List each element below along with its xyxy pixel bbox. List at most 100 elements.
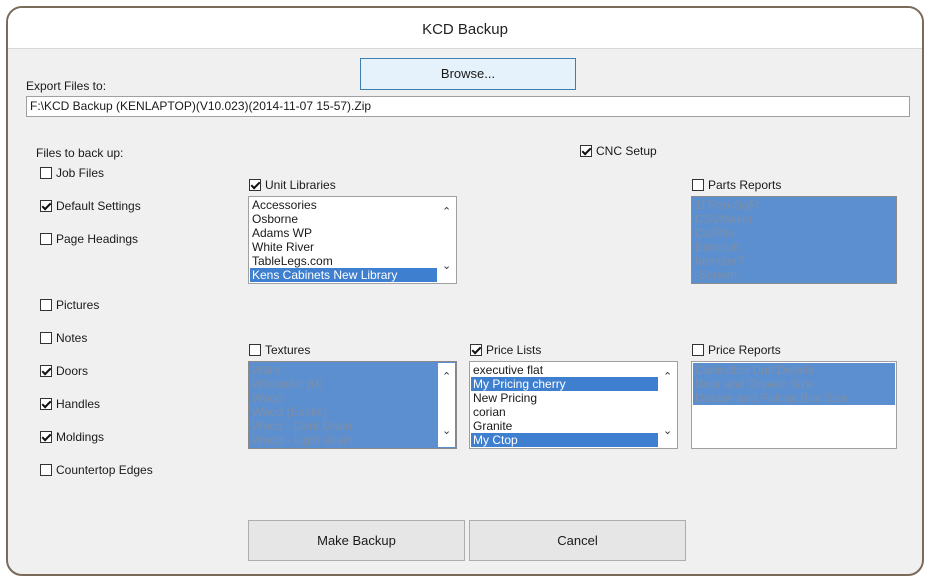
list-item[interactable]: New Pricing	[471, 391, 658, 405]
chevron-down-icon[interactable]: ⌄	[663, 426, 672, 437]
list-item[interactable]: Drawer and Pullout Box Size	[693, 391, 895, 405]
export-label: Export Files to:	[26, 79, 107, 93]
list-item[interactable]: Eurosoft	[693, 240, 894, 254]
cancel-button[interactable]: Cancel	[469, 520, 686, 561]
parts-reports-list[interactable]: 1f Frm-SqFt CSVMaker CutRite Eurosoft It…	[691, 196, 897, 284]
checkbox-box[interactable]	[692, 344, 704, 356]
default-settings-checkbox[interactable]: Default Settings	[40, 199, 141, 213]
list-item[interactable]: My Pricing cherry	[471, 377, 658, 391]
price-lists-list[interactable]: executive flat My Pricing cherry New Pri…	[469, 361, 678, 449]
list-items: executive flat My Pricing cherry New Pri…	[471, 363, 658, 447]
unit-libraries-checkbox[interactable]: Unit Libraries	[249, 178, 336, 192]
checkbox-label: Moldings	[56, 430, 105, 444]
checkbox-label: Pictures	[56, 298, 100, 312]
checkbox-box[interactable]	[470, 344, 482, 356]
checkbox-box[interactable]	[40, 431, 52, 443]
checkbox-box[interactable]	[40, 398, 52, 410]
list-item[interactable]: 1f Frm-SqFt	[693, 198, 894, 212]
checkbox-label: Job Files	[56, 166, 105, 180]
checkbox-box[interactable]	[40, 464, 52, 476]
list-items: Accessories Osborne Adams WP White River…	[250, 198, 437, 282]
chevron-down-icon[interactable]: ⌄	[442, 261, 451, 272]
checkbox-box[interactable]	[692, 179, 704, 191]
checkbox-box[interactable]	[580, 145, 592, 157]
handles-checkbox[interactable]: Handles	[40, 397, 100, 411]
list-item[interactable]: Kens Cabinets New Library	[250, 268, 437, 282]
checkbox-box[interactable]	[40, 365, 52, 377]
window-title: KCD Backup	[422, 21, 508, 38]
scrollbar[interactable]: ⌃ ⌄	[438, 198, 455, 282]
chevron-up-icon[interactable]: ⌃	[442, 372, 451, 383]
checkbox-label: Notes	[56, 331, 88, 345]
list-item[interactable]: White River	[250, 240, 437, 254]
list-item[interactable]: Wood - Dark Grain	[250, 419, 437, 433]
checkbox-label: Price Reports	[708, 343, 781, 357]
checkbox-label: Unit Libraries	[265, 178, 336, 192]
make-backup-button[interactable]: Make Backup	[248, 520, 465, 561]
checkbox-label: Page Headings	[56, 232, 139, 246]
checkbox-box[interactable]	[40, 167, 52, 179]
browse-button[interactable]: Browse...	[360, 58, 576, 90]
checkbox-label: Countertop Edges	[56, 463, 153, 477]
checkbox-label: Handles	[56, 397, 101, 411]
list-item[interactable]: Wood (Exotic)	[250, 405, 437, 419]
chevron-up-icon[interactable]: ⌃	[442, 207, 451, 218]
list-item[interactable]: Itemizer7	[693, 254, 894, 268]
scrollbar[interactable]: ⌃ ⌄	[438, 363, 455, 447]
textures-list[interactable]: Walls WilsonArt (R) Wood Wood (Exotic) W…	[248, 361, 457, 449]
checkbox-label: Textures	[265, 343, 311, 357]
list-items: Cabinotch Unit Details Door and Drawer S…	[693, 363, 895, 405]
list-item[interactable]: Adams WP	[250, 226, 437, 240]
list-item[interactable]: Osborne	[250, 212, 437, 226]
checkbox-label: Parts Reports	[708, 178, 782, 192]
list-item[interactable]: Granite	[471, 419, 658, 433]
list-item[interactable]: My Ctop	[471, 433, 658, 447]
scrollbar[interactable]: ⌃ ⌄	[659, 363, 676, 447]
list-items: Walls WilsonArt (R) Wood Wood (Exotic) W…	[250, 363, 437, 447]
list-item[interactable]: CutRite	[693, 226, 894, 240]
cnc-setup-checkbox[interactable]: CNC Setup	[580, 144, 657, 158]
list-item[interactable]: Cabinotch Unit Details	[693, 363, 895, 377]
title-bar: KCD Backup	[8, 8, 922, 49]
chevron-up-icon[interactable]: ⌃	[663, 372, 672, 383]
doors-checkbox[interactable]: Doors	[40, 364, 88, 378]
countertop-edges-checkbox[interactable]: Countertop Edges	[40, 463, 153, 477]
files-heading: Files to back up:	[36, 146, 124, 160]
checkbox-label: Doors	[56, 364, 89, 378]
job-files-checkbox[interactable]: Job Files	[40, 166, 104, 180]
moldings-checkbox[interactable]: Moldings	[40, 430, 104, 444]
list-item[interactable]: Accessories	[250, 198, 437, 212]
price-reports-list[interactable]: Cabinotch Unit Details Door and Drawer S…	[691, 361, 897, 449]
checkbox-box[interactable]	[40, 200, 52, 212]
list-item[interactable]: Wood	[250, 391, 437, 405]
checkbox-box[interactable]	[40, 233, 52, 245]
checkbox-box[interactable]	[249, 179, 261, 191]
checkbox-label: CNC Setup	[596, 144, 657, 158]
list-item[interactable]: corian	[471, 405, 658, 419]
pictures-checkbox[interactable]: Pictures	[40, 298, 99, 312]
chevron-down-icon[interactable]: ⌄	[442, 426, 451, 437]
list-items: 1f Frm-SqFt CSVMaker CutRite Eurosoft It…	[693, 198, 894, 282]
list-item[interactable]: Walls	[250, 363, 437, 377]
list-item[interactable]: -Screen	[693, 268, 894, 282]
list-item[interactable]: TableLegs.com	[250, 254, 437, 268]
list-item[interactable]: executive flat	[471, 363, 658, 377]
checkbox-label: Default Settings	[56, 199, 141, 213]
checkbox-box[interactable]	[40, 332, 52, 344]
list-item[interactable]: Door and Drawer Size	[693, 377, 895, 391]
page-headings-checkbox[interactable]: Page Headings	[40, 232, 138, 246]
price-reports-checkbox[interactable]: Price Reports	[692, 343, 781, 357]
checkbox-box[interactable]	[249, 344, 261, 356]
price-lists-checkbox[interactable]: Price Lists	[470, 343, 541, 357]
checkbox-label: Price Lists	[486, 343, 542, 357]
list-item[interactable]: Wood - Light Grain	[250, 433, 437, 447]
unit-libraries-list[interactable]: Accessories Osborne Adams WP White River…	[248, 196, 457, 284]
list-item[interactable]: CSVMaker	[693, 212, 894, 226]
checkbox-box[interactable]	[40, 299, 52, 311]
textures-checkbox[interactable]: Textures	[249, 343, 310, 357]
export-path-field[interactable]: F:\KCD Backup (KENLAPTOP)(V10.023)(2014-…	[26, 96, 910, 117]
backup-dialog: KCD Backup Browse... Export Files to: F:…	[6, 6, 924, 576]
parts-reports-checkbox[interactable]: Parts Reports	[692, 178, 781, 192]
notes-checkbox[interactable]: Notes	[40, 331, 87, 345]
list-item[interactable]: WilsonArt (R)	[250, 377, 437, 391]
